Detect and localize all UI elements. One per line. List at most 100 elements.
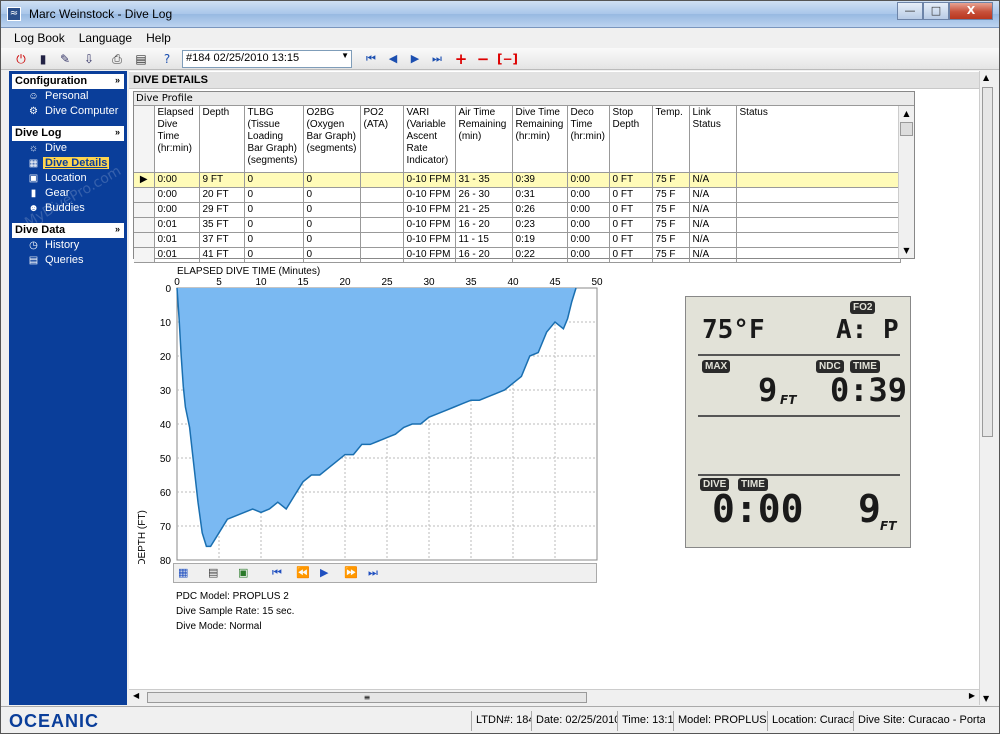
chart-first-icon[interactable]: ⏮ — [272, 566, 282, 580]
column-header[interactable]: O2BG (Oxygen Bar Graph) (segments) — [303, 106, 361, 173]
download-icon[interactable]: ⇩ — [81, 51, 97, 67]
minimize-button[interactable]: — — [897, 2, 923, 20]
print-icon[interactable]: ⎙ — [109, 51, 125, 67]
scroll-up-icon[interactable]: ▲ — [899, 106, 914, 121]
column-header[interactable]: Status — [736, 106, 901, 173]
next-dive-icon[interactable]: ▶ — [407, 51, 423, 67]
scroll-right-icon[interactable]: ▶ — [969, 691, 975, 700]
diver-icon: ☼ — [28, 143, 39, 154]
table-cell: 0:01 — [154, 247, 200, 263]
row-pointer-icon[interactable]: ▶ — [134, 172, 155, 188]
table-cell: 0:19 — [512, 232, 568, 248]
column-header[interactable]: VARI (Variable Ascent Rate Indicator) — [403, 106, 456, 173]
table-cell: 0 — [244, 247, 304, 263]
table-row[interactable]: 0:01 35 FT 0 0 0-10 FPM 16 - 20 0:23 0:00 0 FT 75… — [134, 217, 901, 233]
delete-dive-icon[interactable]: − — [475, 51, 491, 67]
sidebar-item-personal[interactable]: ☺ Personal — [9, 89, 127, 104]
table-row[interactable]: 0:01 37 FT 0 0 0-10 FPM 11 - 15 0:19 0:00 0 FT 75… — [134, 232, 901, 248]
row-header[interactable] — [134, 232, 155, 248]
sidebar-header-configuration[interactable]: Configuration » — [12, 74, 124, 89]
export-icon[interactable]: ▤ — [133, 51, 149, 67]
x-tick-label: 25 — [381, 277, 393, 288]
table-cell — [360, 187, 404, 203]
lcd-current-unit: FT — [880, 519, 897, 533]
chart-color-icon[interactable]: ▦ — [178, 566, 188, 579]
vertical-scrollbar[interactable]: ▲ ▼ — [979, 71, 995, 705]
column-header[interactable]: Deco Time (hr:min) — [567, 106, 610, 173]
fo2-tag: FO2 — [850, 301, 876, 314]
chart-image-icon[interactable]: ▣ — [238, 566, 248, 579]
scroll-thumb[interactable]: ≡ — [147, 692, 587, 703]
scroll-thumb[interactable] — [982, 87, 993, 437]
chart-forward-icon[interactable]: ⏩ — [344, 566, 358, 579]
person-icon: ☺ — [28, 91, 39, 102]
x-tick-label: 35 — [465, 277, 477, 288]
table-cell: 0:00 — [567, 232, 610, 248]
lcd-ndc-time: 0:39 — [830, 371, 908, 409]
row-header[interactable] — [134, 187, 155, 203]
table-row[interactable]: 0:01 41 FT 0 0 0-10 FPM 16 - 20 0:22 0:00 0 FT 75… — [134, 247, 901, 263]
scroll-thumb[interactable] — [900, 122, 913, 136]
y-tick-label: 60 — [160, 488, 172, 499]
sidebar-header-dive-log[interactable]: Dive Log » — [12, 126, 124, 141]
column-header[interactable]: Dive Time Remaining (hr:min) — [512, 106, 568, 173]
menu-logbook[interactable]: Log Book — [7, 28, 72, 48]
first-dive-icon[interactable]: ⏮ — [363, 51, 379, 67]
column-header[interactable]: Air Time Remaining (min) — [455, 106, 513, 173]
chart-rewind-icon[interactable]: ⏪ — [296, 566, 310, 579]
table-cell: 0 — [303, 232, 361, 248]
column-header[interactable]: Stop Depth — [609, 106, 653, 173]
exit-icon[interactable]: ⏻ — [13, 51, 29, 67]
row-header[interactable] — [134, 202, 155, 218]
dive-profile-table: Elapsed Dive Time (hr:min) Depth TLBG (T… — [134, 106, 901, 263]
maximize-button[interactable]: □ — [923, 2, 949, 20]
collapse-icon[interactable]: » — [115, 75, 120, 85]
chart-last-icon[interactable]: ⏭ — [368, 566, 378, 580]
table-row[interactable]: ▶ 0:00 9 FT 0 0 0-10 FPM 31 - 35 0:39 0:00 0 FT 75… — [134, 172, 901, 188]
collapse-icon[interactable]: » — [115, 127, 120, 137]
table-cell: 0-10 FPM — [403, 232, 456, 248]
scroll-up-icon[interactable]: ▲ — [983, 73, 989, 82]
column-header[interactable]: Link Status — [689, 106, 737, 173]
collapse-icon[interactable]: » — [115, 224, 120, 234]
scroll-down-icon[interactable]: ▼ — [983, 694, 989, 703]
previous-dive-icon[interactable]: ◀ — [385, 51, 401, 67]
row-header[interactable] — [134, 247, 155, 263]
row-header[interactable] — [134, 217, 155, 233]
menu-bar: Log Book Language Help — [1, 28, 999, 48]
lcd-divider — [698, 354, 900, 356]
table-cell: 0-10 FPM — [403, 247, 456, 263]
sidebar-item-dive[interactable]: ☼ Dive — [9, 141, 127, 156]
chart-options-icon[interactable]: ▤ — [208, 566, 218, 579]
add-dive-icon[interactable]: + — [453, 51, 469, 67]
table-row[interactable]: 0:00 20 FT 0 0 0-10 FPM 26 - 30 0:31 0:00 0 FT 75… — [134, 187, 901, 203]
sidebar-item-history[interactable]: ◷ History — [9, 238, 127, 253]
column-header[interactable]: PO2 (ATA) — [360, 106, 404, 173]
close-button[interactable]: X — [949, 2, 993, 20]
logbook-icon[interactable]: ▮ — [35, 51, 51, 67]
column-header[interactable]: Temp. — [652, 106, 690, 173]
table-cell: N/A — [689, 217, 737, 233]
sidebar-item-queries[interactable]: ▤ Queries — [9, 253, 127, 268]
table-cell: 0 FT — [609, 247, 653, 263]
column-header[interactable]: Depth — [199, 106, 245, 173]
help-icon[interactable]: ? — [159, 51, 175, 67]
column-header[interactable]: TLBG (Tissue Loading Bar Graph) (segment… — [244, 106, 304, 173]
remove-dive-icon[interactable]: [−] — [497, 51, 518, 67]
menu-help[interactable]: Help — [139, 28, 178, 48]
scroll-left-icon[interactable]: ◀ — [133, 691, 139, 700]
horizontal-scrollbar[interactable]: ◀ ≡ ▶ — [129, 689, 979, 705]
table-cell — [736, 202, 901, 218]
grid-scrollbar[interactable]: ▲ ▼ — [898, 106, 914, 258]
scroll-down-icon[interactable]: ▼ — [899, 243, 914, 258]
last-dive-icon[interactable]: ⏭ — [429, 51, 445, 67]
sidebar-item-dive-computer[interactable]: ⚙ Dive Computer — [9, 104, 127, 119]
chart-play-icon[interactable]: ▶ — [320, 566, 328, 579]
dive-selector[interactable]: #184 02/25/2010 13:15 ▼ — [182, 50, 352, 68]
table-cell — [736, 217, 901, 233]
status-bar: OCEANIC LTDN#: 184 Date: 02/25/2010 Time… — [1, 706, 999, 733]
notebook-icon[interactable]: ✎ — [57, 51, 73, 67]
column-header[interactable]: Elapsed Dive Time (hr:min) — [154, 106, 200, 173]
table-row[interactable]: 0:00 29 FT 0 0 0-10 FPM 21 - 25 0:26 0:00 0 FT 75… — [134, 202, 901, 218]
menu-language[interactable]: Language — [72, 28, 139, 48]
